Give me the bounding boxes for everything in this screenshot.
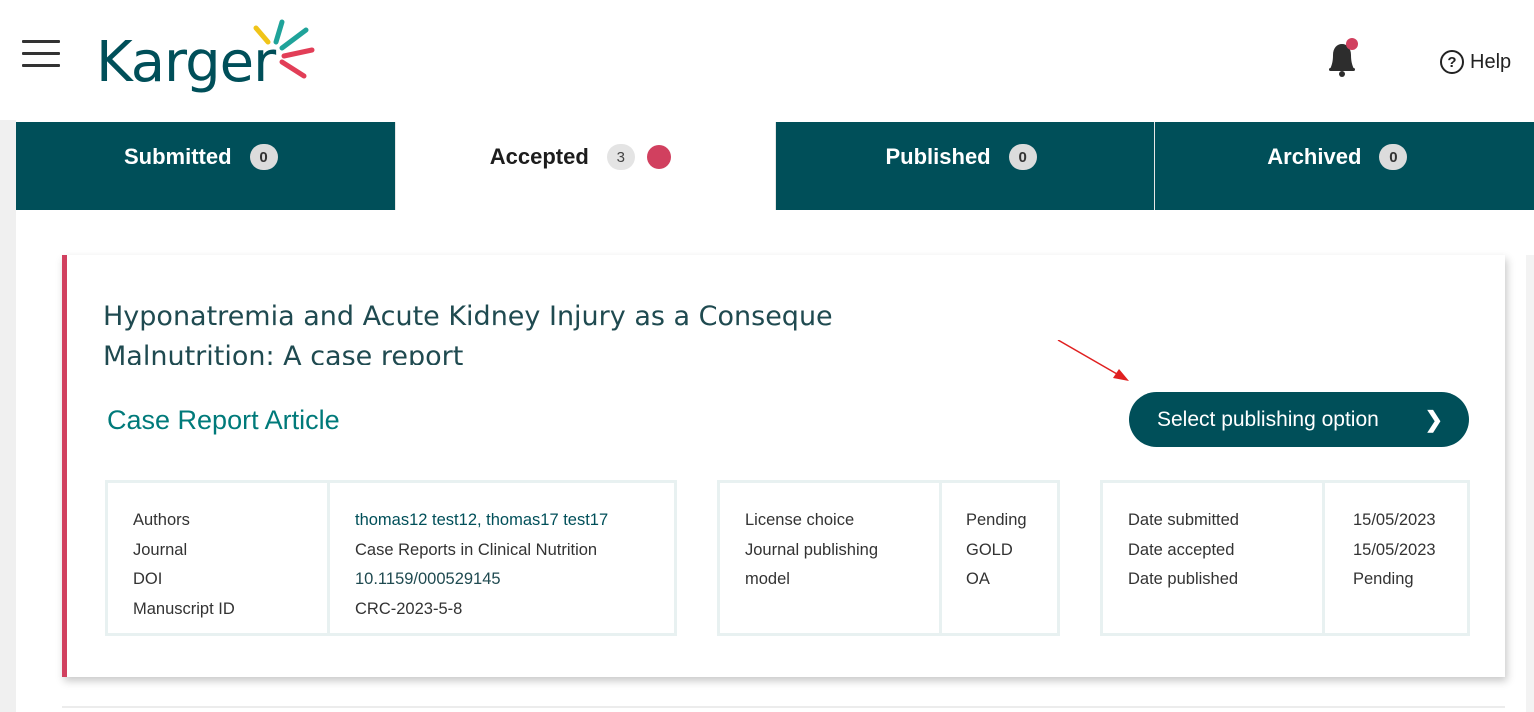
manuscript-title[interactable]: Hyponatremia and Acute Kidney Injury as … (103, 297, 923, 365)
tab-accepted-notification-dot (646, 145, 671, 169)
tab-published-count-badge: 0 (1008, 144, 1037, 170)
manuscript-title-line-1: Hyponatremia and Acute Kidney Injury as … (103, 301, 833, 332)
journal-publishing-model-label: Journal publishing model (745, 540, 879, 589)
journal-value: Case Reports in Clinical Nutrition (355, 540, 598, 559)
chevron-right-icon: ❯ (1424, 406, 1443, 432)
tab-archived-count-badge: 0 (1379, 144, 1408, 170)
menu-icon[interactable] (22, 40, 64, 72)
select-publishing-option-label: Select publishing option (1157, 407, 1379, 431)
tab-submitted-label: Submitted (124, 144, 232, 169)
top-header: Karger ? Help (0, 0, 1534, 120)
logo-mark-icon (253, 19, 315, 79)
dates-values: 15/05/2023 15/05/2023 Pending (1325, 483, 1467, 633)
doi-label: DOI (133, 570, 163, 588)
date-submitted-value: 15/05/2023 (1353, 511, 1436, 529)
help-link[interactable]: ? Help (1440, 46, 1511, 78)
tab-submitted[interactable]: Submitted 0 (16, 122, 396, 210)
tab-accepted-label: Accepted (489, 144, 589, 169)
date-published-value: Pending (1353, 570, 1414, 588)
manuscript-title-line-2: Malnutrition: A case report (103, 341, 464, 365)
red-arrow-annotation-icon (1057, 340, 1129, 381)
date-published-label: Date published (1128, 570, 1239, 588)
tab-accepted[interactable]: Accepted 3 (395, 122, 776, 210)
dates-labels: Date submitted Date accepted Date publis… (1103, 483, 1325, 633)
journal-publishing-model-value: GOLD OA (966, 540, 1013, 589)
license-choice-value: Pending (966, 511, 1027, 529)
license-box: License choice Journal publishing model … (717, 480, 1060, 636)
dates-box: Date submitted Date accepted Date publis… (1100, 480, 1470, 636)
date-accepted-value: 15/05/2023 (1353, 540, 1436, 559)
status-tabs: Submitted 0 Accepted 3 Published 0 Archi… (16, 122, 1534, 210)
license-choice-label: License choice (745, 511, 855, 529)
select-publishing-option-button[interactable]: Select publishing option ❯ (1129, 392, 1469, 447)
license-values: Pending GOLD OA (942, 483, 1057, 633)
manuscript-card: Hyponatremia and Acute Kidney Injury as … (62, 255, 1505, 677)
details-labels: Authors Journal DOI Manuscript ID (108, 483, 330, 633)
details-values: thomas12 test12, thomas17 test17 Case Re… (330, 483, 674, 633)
date-submitted-label: Date submitted (1128, 511, 1239, 529)
license-labels: License choice Journal publishing model (720, 483, 942, 633)
article-type: Case Report Article (107, 405, 340, 435)
next-card-edge (62, 706, 1505, 712)
doi-value: 10.1159/000529145 (355, 570, 501, 588)
manuscript-id-value: CRC-2023-5-8 (355, 599, 463, 618)
tab-published-label: Published (885, 144, 991, 169)
help-circle-icon: ? (1440, 50, 1464, 74)
scrollbar-track[interactable] (1526, 255, 1534, 712)
tab-archived-label: Archived (1267, 144, 1362, 169)
left-rail (0, 120, 16, 712)
tab-published[interactable]: Published 0 (775, 122, 1156, 210)
journal-label: Journal (133, 540, 188, 559)
authors-value[interactable]: thomas12 test12, thomas17 test17 (355, 506, 674, 536)
manuscript-details-box: Authors Journal DOI Manuscript ID thomas… (105, 480, 677, 636)
tab-archived[interactable]: Archived 0 (1155, 122, 1534, 210)
help-label: Help (1470, 50, 1512, 73)
tab-submitted-count-badge: 0 (249, 144, 278, 170)
manuscript-id-label: Manuscript ID (133, 599, 235, 618)
tab-accepted-count-badge: 3 (606, 144, 635, 170)
notification-bell-icon[interactable] (1322, 36, 1362, 80)
date-accepted-label: Date accepted (1128, 540, 1235, 559)
authors-label: Authors (133, 511, 190, 529)
